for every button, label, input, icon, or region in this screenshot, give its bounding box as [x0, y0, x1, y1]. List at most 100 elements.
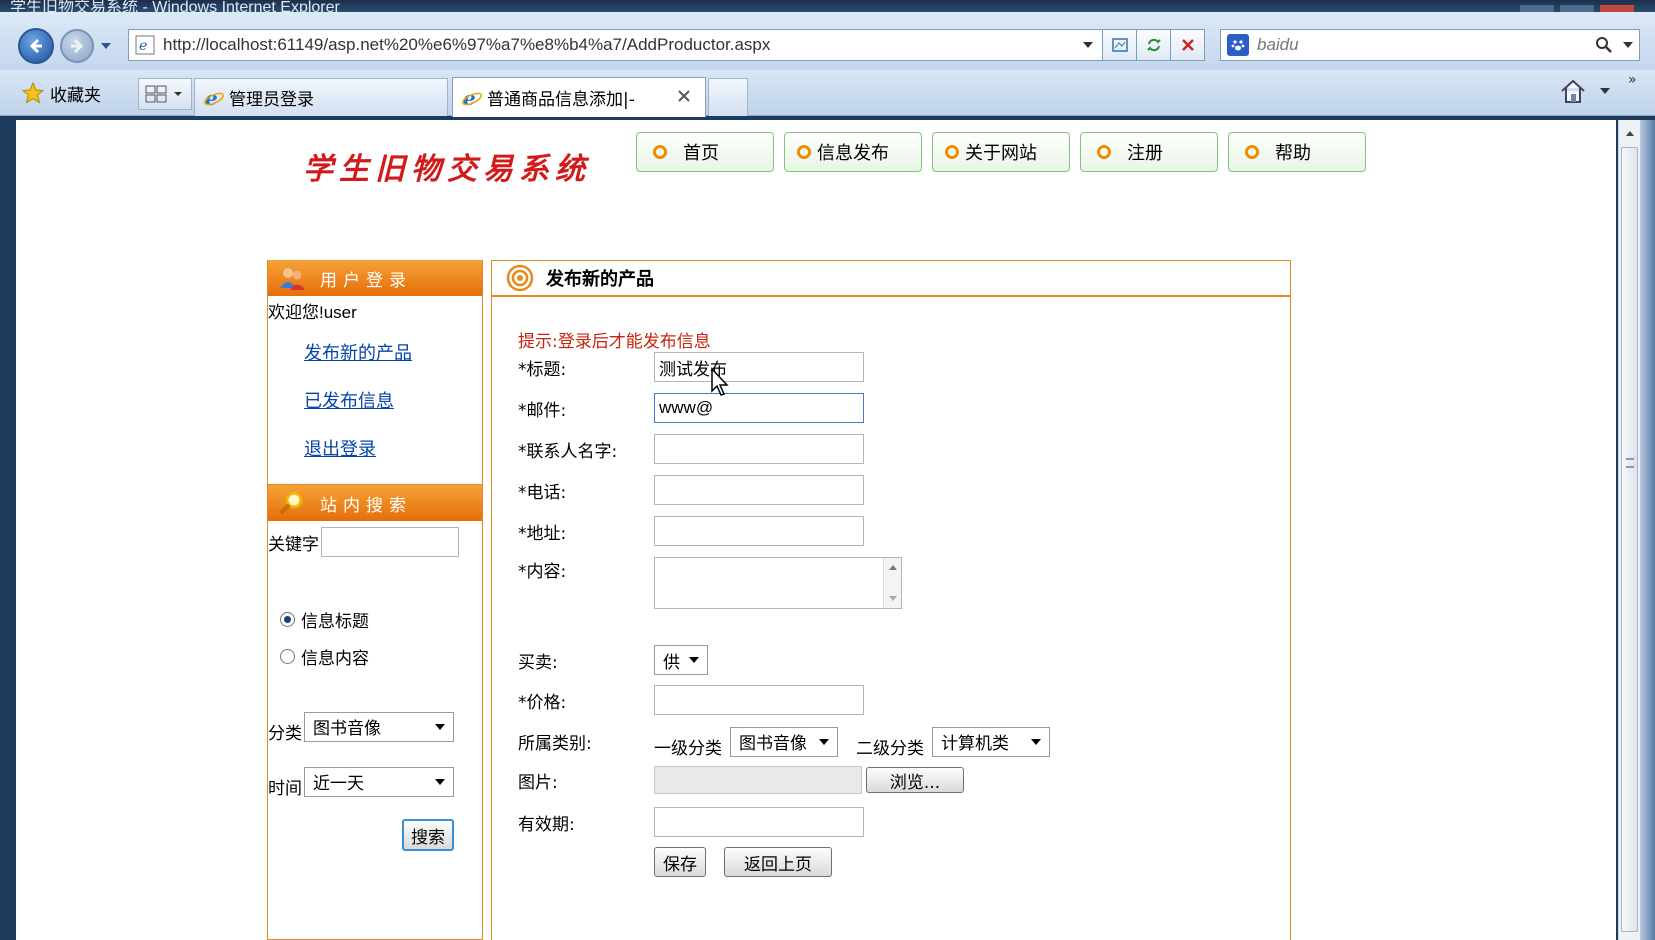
search-button[interactable]: 搜索 — [402, 819, 454, 851]
home-dropdown-icon[interactable] — [1598, 84, 1612, 98]
tab-admin-login[interactable]: e 管理员登录 — [194, 78, 448, 116]
favorites-button[interactable]: 收藏夹 — [22, 78, 101, 108]
radio-label: 信息标题 — [301, 612, 369, 632]
maximize-button[interactable] — [1559, 5, 1595, 12]
field-label: *邮件: — [518, 400, 567, 421]
window-edge — [1640, 120, 1655, 940]
field-label: 图片: — [518, 772, 558, 793]
row-email: *邮件: — [518, 393, 864, 423]
field-label: 所属类别: — [518, 734, 592, 754]
contact-name-input[interactable] — [654, 434, 864, 464]
url-text[interactable]: http://localhost:61149/asp.net%20%e6%97%… — [163, 35, 1074, 55]
browse-button[interactable]: 浏览... — [866, 767, 964, 793]
search-box[interactable] — [1220, 29, 1640, 61]
link-logout[interactable]: 退出登录 — [304, 435, 482, 461]
title-input[interactable] — [654, 352, 864, 382]
more-tools-icon[interactable]: » — [1628, 72, 1637, 88]
textarea-scrollbar[interactable] — [883, 558, 901, 608]
expiry-input[interactable] — [654, 807, 864, 837]
address-dropdown-icon[interactable] — [1074, 30, 1102, 60]
search-input[interactable] — [1257, 35, 1591, 55]
close-window-button[interactable] — [1599, 5, 1635, 12]
arrow-left-icon — [29, 38, 42, 54]
nav-label: 注册 — [1127, 143, 1163, 164]
close-tab-icon[interactable] — [675, 87, 693, 105]
quick-tabs-button[interactable] — [138, 78, 192, 110]
link-publish-new[interactable]: 发布新的产品 — [304, 339, 482, 365]
email-input[interactable] — [654, 393, 864, 423]
time-row: 时间 近一天 — [268, 764, 482, 799]
stop-button[interactable] — [1171, 29, 1205, 61]
row-price: *价格: — [518, 685, 864, 715]
tab-label: 管理员登录 — [229, 90, 314, 110]
phone-input[interactable] — [654, 475, 864, 505]
compat-view-icon — [1111, 38, 1128, 52]
minimize-button[interactable] — [1519, 5, 1555, 12]
radio-unchecked[interactable] — [280, 649, 295, 664]
window-controls — [1515, 0, 1655, 12]
top-nav: 首页 信息发布 关于网站 注册 帮助 — [636, 132, 1376, 172]
scroll-up-icon[interactable] — [1619, 122, 1640, 144]
nav-label: 首页 — [683, 143, 719, 164]
link-published-info[interactable]: 已发布信息 — [304, 387, 482, 413]
nav-register[interactable]: 注册 — [1080, 132, 1218, 172]
trade-select[interactable]: 供 — [654, 645, 708, 675]
row-content: *内容: — [518, 557, 902, 609]
home-icon[interactable] — [1558, 76, 1588, 106]
field-label: *内容: — [518, 562, 567, 582]
time-select[interactable]: 近一天 — [304, 766, 454, 797]
category-select[interactable]: 图书音像 — [304, 711, 454, 742]
keyword-row: 关键字 — [268, 527, 482, 557]
select-value: 图书音像 — [313, 719, 381, 739]
new-tab-button[interactable] — [708, 78, 748, 116]
row-image: 图片: 浏览... — [518, 766, 964, 794]
nav-home[interactable]: 首页 — [636, 132, 774, 172]
search-icon[interactable] — [1591, 32, 1617, 58]
compat-view-button[interactable] — [1103, 29, 1137, 61]
back-page-button[interactable]: 返回上页 — [724, 847, 832, 877]
field-label: *地址: — [518, 523, 567, 544]
address-input[interactable] — [654, 516, 864, 546]
nav-publish[interactable]: 信息发布 — [784, 132, 922, 172]
tab-list-dropdown-icon[interactable] — [173, 89, 183, 99]
nav-about[interactable]: 关于网站 — [932, 132, 1070, 172]
web-page: 学生旧物交易系统 首页 信息发布 关于网站 注册 帮助 用户登录 欢迎您!use… — [16, 120, 1616, 940]
level2-select[interactable]: 计算机类 — [932, 726, 1050, 757]
nav-bullet-icon — [1245, 145, 1259, 159]
save-button[interactable]: 保存 — [654, 847, 706, 877]
content-textarea[interactable] — [654, 557, 902, 609]
history-dropdown-icon[interactable] — [99, 40, 113, 52]
search-dropdown-icon[interactable] — [1617, 40, 1639, 50]
back-button[interactable] — [18, 28, 54, 64]
welcome-text: 欢迎您!user — [268, 303, 357, 322]
nav-bullet-icon — [945, 145, 959, 159]
refresh-button[interactable] — [1137, 29, 1171, 61]
radio-title[interactable]: 信息标题 — [280, 607, 482, 632]
price-input[interactable] — [654, 685, 864, 715]
page-scrollbar[interactable] — [1618, 120, 1640, 940]
ie-page-icon: e — [135, 35, 155, 55]
user-login-panel: 用户登录 欢迎您!user 发布新的产品 已发布信息 退出登录 — [267, 260, 483, 485]
field-label: *价格: — [518, 692, 567, 713]
row-phone: *电话: — [518, 475, 864, 505]
forward-button[interactable] — [60, 29, 94, 63]
keyword-input[interactable] — [321, 527, 459, 557]
image-file-input[interactable] — [654, 766, 862, 794]
keyword-label: 关键字 — [268, 534, 319, 555]
login-hint: 提示:登录后才能发布信息 — [518, 332, 711, 352]
svg-text:e: e — [139, 38, 147, 54]
row-category: 所属类别: 一级分类 图书音像 二级分类 计算机类 — [518, 724, 1050, 759]
row-address: *地址: — [518, 516, 864, 546]
radio-content[interactable]: 信息内容 — [280, 644, 482, 669]
row-actions: 保存 返回上页 — [518, 847, 832, 877]
refresh-icon — [1146, 38, 1161, 52]
window-title: 学生旧物交易系统 - Windows Internet Explorer — [10, 0, 340, 12]
nav-help[interactable]: 帮助 — [1228, 132, 1366, 172]
scroll-thumb[interactable] — [1621, 147, 1638, 932]
address-bar[interactable]: e http://localhost:61149/asp.net%20%e6%9… — [128, 29, 1103, 61]
site-search-header: 站内搜索 — [268, 485, 482, 521]
level1-select[interactable]: 图书音像 — [730, 726, 838, 757]
panel-title: 站内搜索 — [320, 495, 412, 516]
radio-checked[interactable] — [280, 612, 295, 627]
tab-add-product[interactable]: e 普通商品信息添加|- — [452, 77, 706, 117]
